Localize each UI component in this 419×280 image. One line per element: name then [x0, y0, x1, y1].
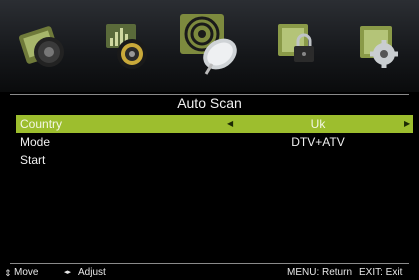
section-title: Auto Scan [177, 95, 242, 111]
menu-icon-bar [0, 0, 419, 92]
country-value: Uk [310, 117, 326, 131]
move-hint: Move [14, 267, 39, 278]
mode-label: Mode [20, 135, 51, 149]
country-label: Country [20, 117, 63, 131]
adjust-icon: ◂▸ [64, 269, 72, 276]
setup-icon[interactable] [352, 16, 408, 74]
sound-icon[interactable] [98, 16, 154, 74]
option-row-mode[interactable]: Mode DTV+ATV [16, 133, 413, 151]
option-row-country[interactable]: Country ◀ Uk ▶ [16, 115, 413, 133]
mode-value: DTV+ATV [291, 135, 345, 149]
option-row-start[interactable]: Start [16, 151, 413, 169]
start-label: Start [20, 153, 46, 167]
lock-icon[interactable] [270, 16, 326, 74]
arrow-right-icon[interactable]: ▶ [404, 115, 410, 133]
adjust-hint: Adjust [78, 267, 106, 278]
footer-hints: ⇕ Move ◂▸ Adjust MENU: Return EXIT: Exit [0, 266, 419, 280]
picture-icon[interactable] [16, 16, 72, 74]
move-icon: ⇕ [4, 268, 12, 278]
tv-osd-screen: Auto Scan Country ◀ Uk ▶ Mode DTV+ATV St… [0, 0, 419, 280]
bottom-divider [10, 263, 409, 264]
channel-icon[interactable] [176, 6, 242, 78]
menu-return-hint: MENU: Return [287, 267, 353, 278]
exit-hint: EXIT: Exit [359, 267, 403, 278]
